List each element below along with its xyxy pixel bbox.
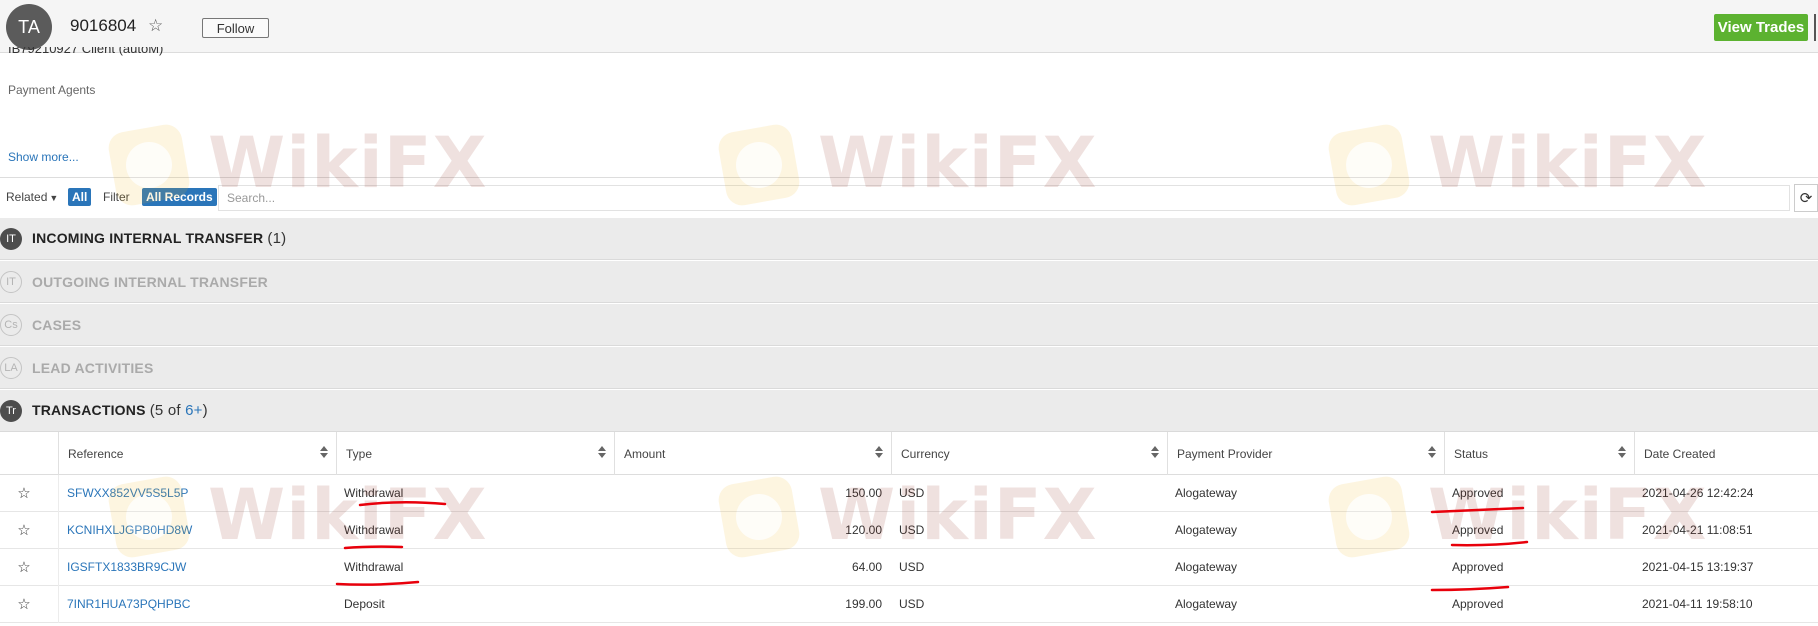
refresh-icon: ⟳	[1799, 190, 1813, 207]
currency-cell: USD	[899, 597, 925, 611]
row-star-icon[interactable]: ☆	[14, 586, 34, 623]
divider	[0, 177, 1818, 178]
section-badge-icon: IT	[0, 270, 22, 293]
sort-icon[interactable]	[875, 446, 883, 458]
column-header-amount[interactable]: Amount	[615, 432, 892, 475]
amount-cell: 120.00	[845, 523, 882, 537]
section-incoming-internal-transfer[interactable]: IT INCOMING INTERNAL TRANSFER (1)	[0, 218, 1818, 260]
header-edge-divider	[1814, 14, 1816, 41]
column-header-currency[interactable]: Currency	[892, 432, 1168, 475]
amount-cell: 64.00	[851, 560, 882, 574]
table-row[interactable]: ☆ SFWXX852VV5S5L5P Withdrawal 150.00 USD…	[0, 475, 1818, 512]
type-cell: Deposit	[344, 597, 385, 611]
sort-icon[interactable]	[1618, 446, 1626, 458]
date-cell: 2021-04-15 13:19:37	[1642, 560, 1754, 574]
section-count: (1)	[267, 230, 287, 247]
section-title: TRANSACTIONS (5 of 6+)	[32, 402, 208, 419]
search-input[interactable]	[218, 185, 1790, 211]
refresh-button[interactable]: ⟳	[1794, 184, 1818, 212]
record-number: 9016804	[70, 16, 137, 35]
sort-icon[interactable]	[1428, 446, 1436, 458]
type-cell: Withdrawal	[344, 486, 404, 500]
provider-cell: Alogateway	[1175, 560, 1238, 574]
favorite-star-icon[interactable]: ☆	[148, 16, 163, 36]
table-row[interactable]: ☆ KCNIHXLJGPB0HD8W Withdrawal 120.00 USD…	[0, 512, 1818, 549]
type-cell: Withdrawal	[344, 523, 404, 537]
section-badge-icon: IT	[0, 227, 22, 250]
section-cases[interactable]: Cs CASES	[0, 304, 1818, 346]
column-header-date-created[interactable]: Date Created	[1635, 432, 1818, 475]
provider-cell: Alogateway	[1175, 486, 1238, 500]
provider-cell: Alogateway	[1175, 597, 1238, 611]
row-star-icon[interactable]: ☆	[14, 549, 34, 586]
table-row[interactable]: ☆ IGSFTX1833BR9CJW Withdrawal 64.00 USD …	[0, 549, 1818, 586]
section-transactions[interactable]: Tr TRANSACTIONS (5 of 6+)	[0, 390, 1818, 432]
column-header-reference[interactable]: Reference	[59, 432, 337, 475]
reference-link[interactable]: SFWXX852VV5S5L5P	[67, 475, 188, 512]
column-header-payment-provider[interactable]: Payment Provider	[1168, 432, 1445, 475]
related-all-chip[interactable]: All	[68, 188, 92, 206]
header-select-column	[0, 432, 59, 475]
section-title: INCOMING INTERNAL TRANSFER (1)	[32, 230, 287, 247]
related-filter-bar: Related▼ All Filter All Records ⟳	[0, 182, 1818, 214]
payment-agents-label: Payment Agents	[8, 83, 96, 97]
table-row[interactable]: ☆ 7INR1HUA73PQHPBC Deposit 199.00 USD Al…	[0, 586, 1818, 623]
related-dropdown[interactable]: Related ▼	[6, 190, 58, 204]
date-cell: 2021-04-21 11:08:51	[1642, 523, 1753, 537]
avatar: TA	[6, 4, 52, 50]
section-title: OUTGOING INTERNAL TRANSFER	[32, 273, 268, 290]
record-header: TA 9016804 ☆ Follow View Trades	[0, 0, 1818, 53]
status-cell: Approved	[1452, 523, 1504, 537]
section-lead-activities[interactable]: LA LEAD ACTIVITIES	[0, 347, 1818, 389]
section-badge-icon: Tr	[0, 399, 22, 422]
row-star-icon[interactable]: ☆	[14, 475, 34, 512]
section-title: CASES	[32, 316, 82, 333]
sort-icon[interactable]	[1151, 446, 1159, 458]
reference-link[interactable]: KCNIHXLJGPB0HD8W	[67, 512, 192, 549]
section-count: (5 of 6+)	[149, 402, 208, 419]
row-star-icon[interactable]: ☆	[14, 512, 34, 549]
currency-cell: USD	[899, 560, 925, 574]
status-cell: Approved	[1452, 560, 1504, 574]
column-header-type[interactable]: Type	[337, 432, 615, 475]
column-separator	[58, 586, 59, 623]
section-title: LEAD ACTIVITIES	[32, 359, 154, 376]
sort-icon[interactable]	[320, 446, 328, 458]
currency-cell: USD	[899, 486, 925, 500]
section-badge-icon: LA	[0, 356, 22, 379]
date-cell: 2021-04-26 12:42:24	[1642, 486, 1754, 500]
show-more-link[interactable]: Show more...	[8, 150, 79, 164]
show-all-transactions-link[interactable]: 6+	[185, 402, 203, 419]
column-separator	[58, 512, 59, 549]
reference-link[interactable]: 7INR1HUA73PQHPBC	[67, 586, 190, 623]
provider-cell: Alogateway	[1175, 523, 1238, 537]
amount-cell: 150.00	[845, 486, 882, 500]
column-separator	[58, 475, 59, 512]
currency-cell: USD	[899, 523, 925, 537]
sort-icon[interactable]	[598, 446, 606, 458]
date-cell: 2021-04-11 19:58:10	[1642, 597, 1753, 611]
related-label: Related	[6, 190, 48, 204]
view-trades-button[interactable]: View Trades	[1714, 14, 1808, 41]
reference-link[interactable]: IGSFTX1833BR9CJW	[67, 549, 186, 586]
amount-cell: 199.00	[845, 597, 882, 611]
column-separator	[58, 549, 59, 586]
filter-label: Filter	[103, 190, 130, 204]
section-badge-icon: Cs	[0, 313, 22, 336]
follow-button[interactable]: Follow	[202, 18, 269, 38]
caret-down-icon: ▼	[49, 193, 59, 203]
section-outgoing-internal-transfer[interactable]: IT OUTGOING INTERNAL TRANSFER	[0, 261, 1818, 303]
status-cell: Approved	[1452, 486, 1504, 500]
type-cell: Withdrawal	[344, 560, 404, 574]
column-header-status[interactable]: Status	[1445, 432, 1635, 475]
filter-all-records-chip[interactable]: All Records	[142, 188, 217, 206]
detail-partial-line: IB79210927 Client (autoM)	[8, 47, 164, 56]
table-header: Reference Type Amount Currency Payment P…	[0, 432, 1818, 475]
status-cell: Approved	[1452, 597, 1504, 611]
